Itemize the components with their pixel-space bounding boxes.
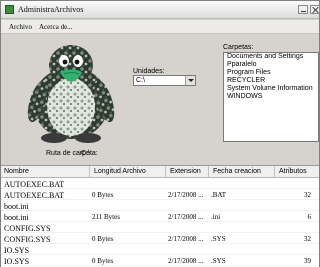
folder-item[interactable]: RECYCLER	[224, 77, 318, 85]
table-row[interactable]: AUTOEXEC.BAT 0 Bytes 2/17/2008 ... .BAT …	[1, 189, 319, 200]
cell-name: boot.ini	[4, 213, 29, 222]
table-row[interactable]: boot.ini	[1, 200, 319, 211]
cell-date: 2/17/2008 ...	[168, 213, 204, 221]
penguin-logo	[27, 45, 115, 143]
cell-attr: 32	[304, 235, 311, 243]
cell-name: IO.SYS	[4, 257, 30, 266]
carpetas-label: Carpetas:	[223, 44, 254, 51]
folder-item[interactable]: Pparalelo	[224, 61, 318, 69]
cell-name: CONFIG.SYS	[4, 235, 51, 244]
column-header-fecha[interactable]: Fecha creacion	[213, 168, 261, 175]
table-row[interactable]: boot.ini 211 Bytes 2/17/2008 ... .ini 6	[1, 211, 319, 222]
column-header-longitud[interactable]: Longitud Archivo	[94, 168, 146, 175]
table-row[interactable]: CONFIG.SYS 0 Bytes 2/17/2008 ... .SYS 32	[1, 233, 319, 244]
grid-header: Nombre Longitud Archivo Extension Fecha …	[1, 166, 319, 178]
ruta-label: Ruta de carpeta:	[46, 150, 98, 157]
minimize-button[interactable]	[298, 5, 308, 14]
cell-size: 0 Bytes	[92, 257, 114, 265]
folder-item[interactable]: System Volume Information	[224, 85, 318, 93]
folder-item[interactable]: Program Files	[224, 69, 318, 77]
cell-ext: .SYS	[211, 235, 226, 243]
cell-name: CONFIG.SYS	[4, 224, 51, 233]
ruta-value: C:\	[81, 150, 90, 157]
cell-size: 0 Bytes	[92, 235, 114, 243]
column-header-extension[interactable]: Extension	[170, 168, 201, 175]
column-header-nombre[interactable]: Nombre	[4, 168, 29, 175]
cell-name: boot.ini	[4, 202, 29, 211]
table-row[interactable]: IO.SYS 0 Bytes 2/17/2008 ... .SYS 39	[1, 255, 319, 266]
app-window: AdministraArchivos Archivo Acerca de...	[0, 0, 320, 267]
table-row[interactable]: CONFIG.SYS	[1, 222, 319, 233]
cell-ext: .ini	[211, 213, 221, 221]
folder-item[interactable]: Documents and Settings	[224, 53, 318, 61]
file-grid[interactable]: Nombre Longitud Archivo Extension Fecha …	[1, 165, 319, 267]
folder-item[interactable]: WINDOWS	[224, 93, 318, 101]
menu-bar: Archivo Acerca de...	[1, 20, 319, 34]
drive-select-value: C:\	[136, 77, 145, 84]
cell-attr: 39	[304, 257, 311, 265]
cell-ext: .BAT	[211, 191, 226, 199]
unidades-label: Unidades:	[133, 68, 165, 75]
cell-date: 2/17/2008 ...	[168, 191, 204, 199]
cell-name: IO.SYS	[4, 246, 30, 255]
folder-list[interactable]: Documents and Settings Pparalelo Program…	[223, 52, 319, 142]
column-header-atributos[interactable]: Atributos	[279, 168, 307, 175]
title-bar: AdministraArchivos	[1, 1, 320, 19]
cell-attr: 6	[307, 213, 312, 221]
cell-size: 211 Bytes	[92, 213, 120, 221]
cell-attr: 32	[304, 191, 311, 199]
cell-name: AUTOEXEC.BAT	[4, 180, 65, 189]
cell-ext: .SYS	[211, 257, 226, 265]
cell-name: AUTOEXEC.BAT	[4, 191, 65, 200]
cell-date: 2/17/2008 ...	[168, 257, 204, 265]
table-row[interactable]: AUTOEXEC.BAT	[1, 178, 319, 189]
window-title: AdministraArchivos	[18, 5, 84, 14]
menu-item-acerca-de[interactable]: Acerca de...	[39, 23, 72, 31]
drive-select[interactable]: C:\	[133, 75, 196, 86]
chevron-down-icon[interactable]	[185, 76, 195, 85]
cell-size: 0 Bytes	[92, 191, 114, 199]
cell-date: 2/17/2008 ...	[168, 235, 204, 243]
app-icon	[5, 5, 14, 14]
table-row[interactable]: IO.SYS	[1, 244, 319, 255]
close-button[interactable]	[310, 5, 320, 14]
menu-item-archivo[interactable]: Archivo	[9, 23, 32, 31]
